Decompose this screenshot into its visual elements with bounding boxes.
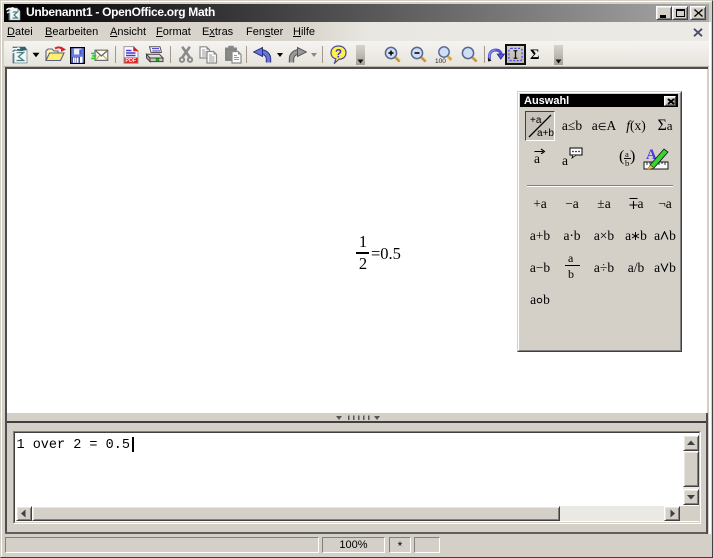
svg-text:a+b: a+b	[537, 128, 554, 139]
svg-text:+a: +a	[530, 115, 542, 126]
svg-text:PDF: PDF	[125, 58, 136, 64]
svg-text:100: 100	[435, 58, 446, 64]
svg-text:?: ?	[335, 49, 342, 61]
